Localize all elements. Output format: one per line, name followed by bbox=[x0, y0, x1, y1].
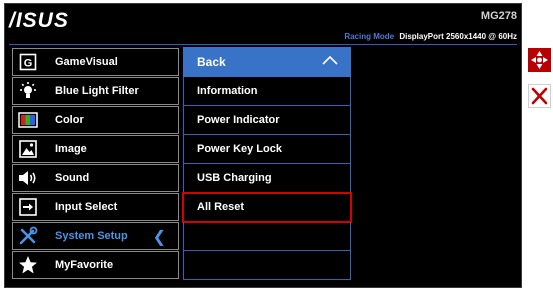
back-button[interactable]: Back bbox=[183, 47, 351, 77]
menu-label: Sound bbox=[55, 172, 90, 184]
chevron-left-icon: ❮ bbox=[152, 229, 166, 246]
menu-item-input-select[interactable]: Input Select bbox=[12, 193, 179, 221]
submenu-label: All Reset bbox=[197, 201, 245, 213]
osd-panel: /ISUS MG278 Racing Mode DisplayPort 2560… bbox=[4, 3, 522, 288]
submenu-item-power-indicator[interactable]: Power Indicator bbox=[183, 106, 351, 135]
menu-item-system-setup[interactable]: System Setup ❮ bbox=[12, 222, 179, 250]
menu-label: System Setup bbox=[55, 230, 128, 242]
input-icon bbox=[15, 194, 41, 220]
speaker-icon bbox=[15, 165, 41, 191]
close-button[interactable] bbox=[528, 84, 551, 108]
submenu-item-all-reset[interactable]: All Reset bbox=[182, 192, 352, 223]
menu-item-color[interactable]: Color bbox=[12, 106, 179, 134]
menu-item-gamevisual[interactable]: G GameVisual bbox=[12, 48, 179, 76]
submenu-label: Information bbox=[197, 85, 258, 97]
menu-item-blue-light-filter[interactable]: Blue Light Filter bbox=[12, 77, 179, 105]
svg-text:G: G bbox=[24, 58, 33, 70]
submenu-item-empty bbox=[183, 222, 351, 251]
menu-label: Color bbox=[55, 114, 84, 126]
menu-label: Blue Light Filter bbox=[55, 85, 139, 97]
submenu-label: Power Key Lock bbox=[197, 143, 282, 155]
status-bar: Racing Mode DisplayPort 2560x1440 @ 60Hz bbox=[344, 32, 517, 41]
submenu-item-usb-charging[interactable]: USB Charging bbox=[183, 164, 351, 193]
bulb-icon bbox=[15, 78, 41, 104]
submenu: Back Information Power Indicator Power K… bbox=[182, 47, 352, 280]
submenu-label: USB Charging bbox=[197, 172, 272, 184]
menu-label: Image bbox=[55, 143, 87, 155]
joystick-button[interactable] bbox=[528, 48, 551, 72]
submenu-item-empty bbox=[183, 251, 351, 280]
menu-label: GameVisual bbox=[55, 56, 118, 68]
menu-item-sound[interactable]: Sound bbox=[12, 164, 179, 192]
back-label: Back bbox=[197, 55, 226, 69]
color-icon bbox=[15, 107, 41, 133]
header-divider bbox=[9, 44, 517, 45]
main-menu: G GameVisual Blue Light Filter Color Ima… bbox=[12, 48, 179, 280]
submenu-label: Power Indicator bbox=[197, 114, 280, 126]
input-info: DisplayPort 2560x1440 @ 60Hz bbox=[399, 32, 517, 41]
star-icon bbox=[15, 252, 41, 278]
close-icon bbox=[531, 87, 548, 105]
gamevisual-icon: G bbox=[15, 49, 41, 75]
menu-label: Input Select bbox=[55, 201, 118, 213]
menu-label: MyFavorite bbox=[55, 259, 114, 271]
submenu-item-power-key-lock[interactable]: Power Key Lock bbox=[183, 135, 351, 164]
joystick-icon bbox=[531, 51, 548, 69]
mode-label: Racing Mode bbox=[344, 32, 395, 41]
model-name: MG278 bbox=[480, 10, 517, 22]
menu-item-image[interactable]: Image bbox=[12, 135, 179, 163]
chevron-up-icon bbox=[322, 54, 338, 69]
image-icon bbox=[15, 136, 41, 162]
submenu-item-information[interactable]: Information bbox=[183, 77, 351, 106]
tools-icon bbox=[15, 223, 41, 249]
asus-logo: /ISUS bbox=[9, 9, 69, 32]
menu-item-myfavorite[interactable]: MyFavorite bbox=[12, 251, 179, 279]
